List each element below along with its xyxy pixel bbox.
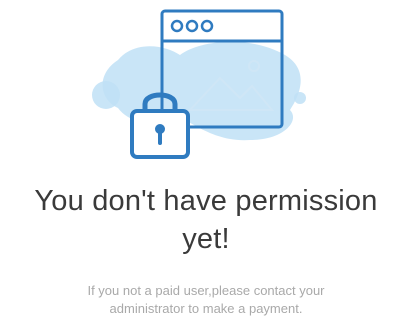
permission-message-line-2: administrator to make a payment.: [109, 301, 303, 316]
window-dot-2: [185, 19, 199, 33]
splash-dot-small: [294, 92, 306, 104]
permission-message: If you not a paid user,please contact yo…: [0, 282, 412, 318]
window-dot-1: [170, 19, 184, 33]
permission-heading: You don't have permission yet!: [0, 182, 412, 258]
permission-message-line-1: If you not a paid user,please contact yo…: [87, 283, 325, 298]
locked-browser-window-icon: [92, 9, 306, 159]
splash-dot: [92, 81, 120, 109]
permission-heading-line-2: yet!: [182, 223, 230, 255]
padlock-keyhole-slot: [158, 131, 162, 145]
window-dot-3: [200, 19, 214, 33]
permission-denied-screen: You don't have permission yet! If you no…: [0, 0, 412, 324]
permission-heading-line-1: You don't have permission: [34, 185, 378, 217]
